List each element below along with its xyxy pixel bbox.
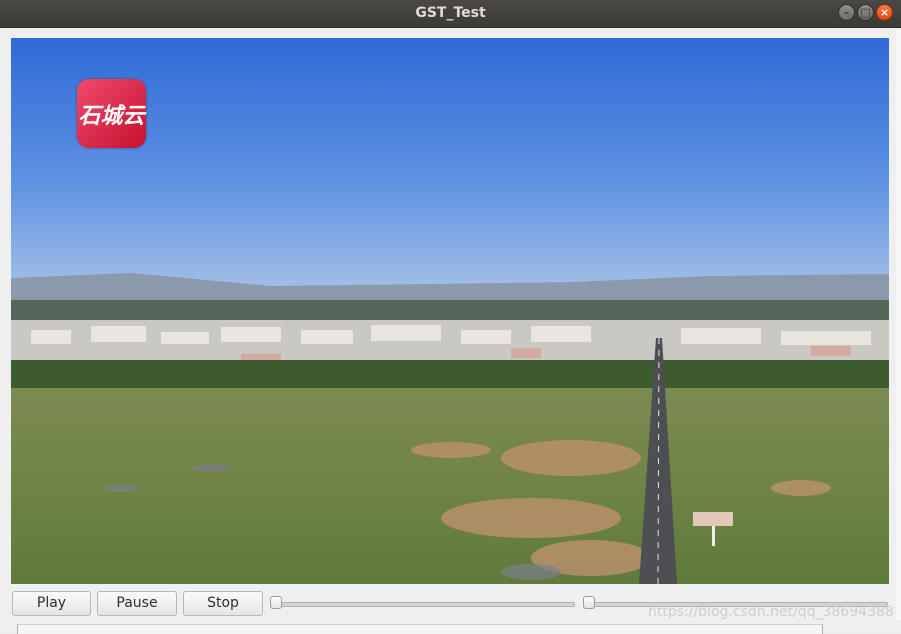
play-button[interactable]: Play	[12, 591, 91, 616]
maximize-icon: □	[860, 6, 871, 19]
channel-logo: 石城云	[77, 79, 146, 148]
close-icon: ×	[879, 6, 890, 19]
position-slider-groove	[270, 602, 575, 607]
video-display: 石城云	[11, 38, 889, 584]
position-slider[interactable]	[270, 596, 575, 610]
watermark-text: https://blog.csdn.net/qq_38694388	[648, 604, 894, 620]
window-title: GST_Test	[415, 5, 486, 21]
window-edge	[896, 30, 901, 620]
volume-slider-handle[interactable]	[583, 596, 595, 609]
minimize-button[interactable]: –	[838, 4, 855, 21]
maximize-button[interactable]: □	[857, 4, 874, 21]
close-button[interactable]: ×	[876, 4, 893, 21]
title-bar[interactable]: GST_Test – □ ×	[0, 0, 901, 28]
stop-button[interactable]: Stop	[183, 591, 263, 616]
app-window: GST_Test – □ × 石城云 Play Pause Stop https…	[0, 0, 901, 634]
pause-button[interactable]: Pause	[97, 591, 177, 616]
position-slider-handle[interactable]	[270, 596, 282, 609]
minimize-icon: –	[843, 6, 850, 19]
